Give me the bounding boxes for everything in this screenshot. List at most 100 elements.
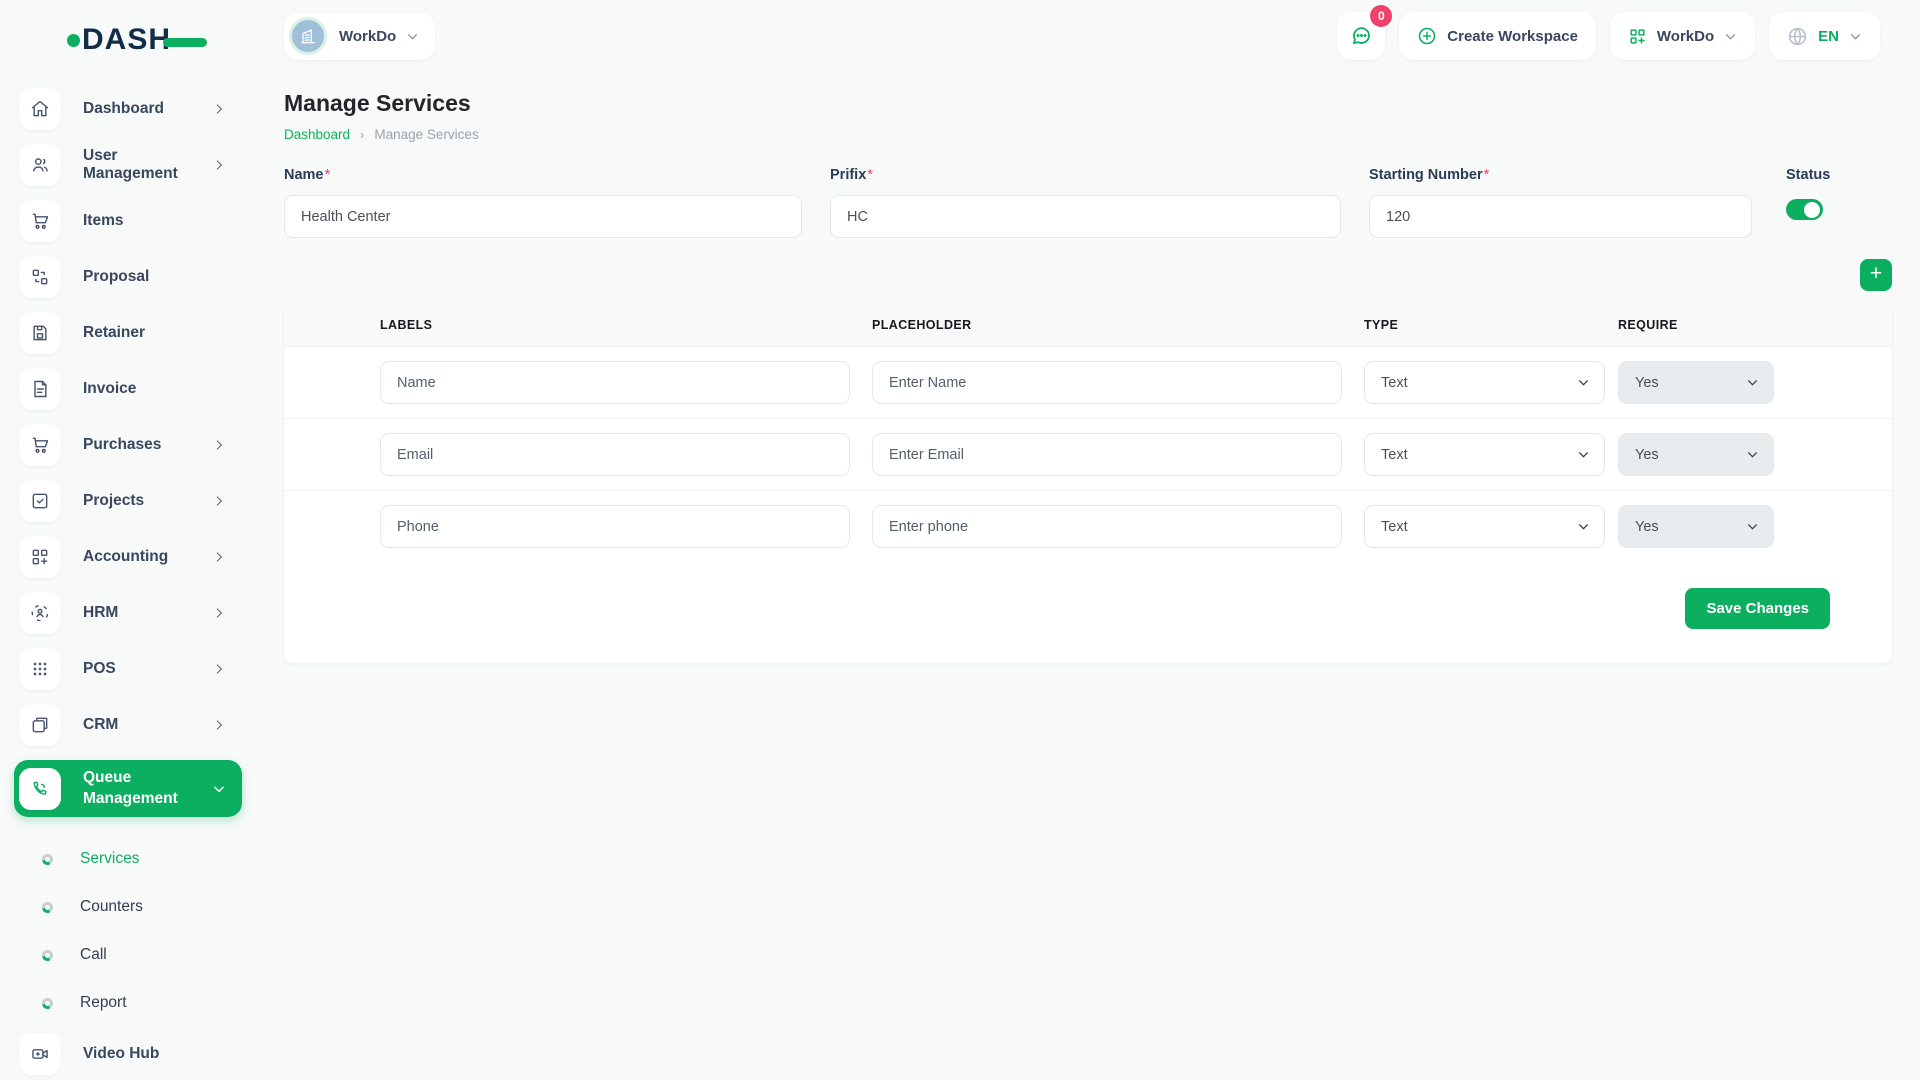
chevron-right-icon: › (360, 127, 364, 142)
starting-number-field[interactable] (1369, 195, 1752, 238)
type-select[interactable]: Text (1364, 433, 1605, 476)
type-select[interactable]: Text (1364, 361, 1605, 404)
topbar-right-cluster: 0 Create Workspace WorkDo EN (1337, 12, 1880, 60)
column-header-placeholder: PLACEHOLDER (872, 318, 1364, 332)
submenu-item-services[interactable]: Services (42, 835, 242, 883)
table-row: Text Yes (284, 418, 1892, 490)
app-root: DASH Dashboard User Management (0, 0, 1920, 1080)
home-icon (19, 88, 61, 130)
prefix-field[interactable] (830, 195, 1341, 238)
workspace-switcher-button[interactable]: WorkDo (1610, 12, 1755, 60)
chevron-down-icon (1724, 30, 1737, 43)
page-title: Manage Services (284, 90, 1892, 117)
sidebar-item-hrm[interactable]: HRM (14, 592, 242, 634)
chat-bubble-icon (1349, 24, 1373, 48)
messages-button[interactable]: 0 (1337, 12, 1385, 60)
prefix-field-group: Prifix* (830, 166, 1341, 238)
label-input[interactable] (380, 505, 850, 548)
grid-plus-icon (1628, 27, 1647, 46)
sidebar-item-purchases[interactable]: Purchases (14, 424, 242, 466)
ring-bullet-icon (42, 854, 53, 865)
chevron-down-icon (1577, 448, 1590, 461)
sidebar-nav: Dashboard User Management Items (0, 88, 256, 1075)
chevron-down-icon (1849, 30, 1862, 43)
chevron-right-icon (212, 494, 226, 508)
required-marker: * (1484, 166, 1490, 183)
sidebar-item-projects[interactable]: Projects (14, 480, 242, 522)
save-changes-button[interactable]: Save Changes (1685, 588, 1830, 629)
fields-table-card: LABELS PLACEHOLDER TYPE REQUIRE Text Yes (284, 303, 1892, 663)
type-select[interactable]: Text (1364, 505, 1605, 548)
language-selector[interactable]: EN (1769, 12, 1880, 60)
person-target-icon (19, 592, 61, 634)
toggle-knob (1804, 202, 1820, 218)
placeholder-input[interactable] (872, 505, 1342, 548)
chevron-down-icon (406, 30, 419, 43)
brand-logo[interactable]: DASH (0, 20, 256, 60)
sidebar-item-video-hub[interactable]: Video Hub (14, 1033, 242, 1075)
add-field-button[interactable]: + (1860, 259, 1892, 291)
submenu-item-report[interactable]: Report (42, 979, 242, 1027)
phone-icon (19, 768, 61, 810)
required-marker: * (325, 166, 331, 183)
queue-management-submenu: Services Counters Call Report (14, 833, 242, 1027)
chevron-down-icon (1577, 520, 1590, 533)
workspace-avatar (289, 17, 327, 55)
placeholder-input[interactable] (872, 433, 1342, 476)
main-area: WorkDo 0 Create Workspace Wor (256, 0, 1920, 1080)
name-field[interactable] (284, 195, 802, 238)
globe-icon (1787, 26, 1808, 47)
service-form: Name* Prifix* Starting Number* Status (284, 166, 1892, 238)
logo-text: DASH (82, 25, 171, 55)
add-row: + (284, 259, 1892, 291)
submenu-item-call[interactable]: Call (42, 931, 242, 979)
swap-boxes-icon (19, 256, 61, 298)
sidebar-item-retainer[interactable]: Retainer (14, 312, 242, 354)
require-select[interactable]: Yes (1618, 505, 1774, 548)
table-row: Text Yes (284, 490, 1892, 562)
chevron-right-icon (212, 158, 226, 172)
document-icon (19, 368, 61, 410)
table-header-row: LABELS PLACEHOLDER TYPE REQUIRE (284, 303, 1892, 346)
table-footer: Save Changes (284, 562, 1892, 663)
placeholder-input[interactable] (872, 361, 1342, 404)
name-field-group: Name* (284, 166, 802, 238)
sidebar-item-pos[interactable]: POS (14, 648, 242, 690)
required-marker: * (867, 166, 873, 183)
status-field-group: Status (1780, 166, 1892, 238)
chevron-right-icon (212, 102, 226, 116)
messages-badge: 0 (1370, 5, 1392, 27)
sidebar-item-queue-management[interactable]: Queue Management (14, 760, 242, 817)
create-workspace-button[interactable]: Create Workspace (1399, 12, 1596, 60)
chevron-right-icon (212, 606, 226, 620)
logo-dot-icon (67, 34, 80, 47)
check-square-icon (19, 480, 61, 522)
submenu-item-counters[interactable]: Counters (42, 883, 242, 931)
sidebar-item-proposal[interactable]: Proposal (14, 256, 242, 298)
sidebar-item-user-management[interactable]: User Management (14, 144, 242, 186)
chevron-right-icon (212, 718, 226, 732)
ring-bullet-icon (42, 998, 53, 1009)
label-input[interactable] (380, 433, 850, 476)
require-select[interactable]: Yes (1618, 361, 1774, 404)
chevron-down-icon (1746, 520, 1759, 533)
label-input[interactable] (380, 361, 850, 404)
starting-number-field-group: Starting Number* (1369, 166, 1752, 238)
chevron-down-icon (212, 782, 226, 796)
sidebar-item-dashboard[interactable]: Dashboard (14, 88, 242, 130)
status-toggle[interactable] (1786, 199, 1823, 220)
users-icon (19, 144, 61, 186)
content: Manage Services Dashboard › Manage Servi… (256, 72, 1920, 663)
sidebar-item-invoice[interactable]: Invoice (14, 368, 242, 410)
sidebar-item-items[interactable]: Items (14, 200, 242, 242)
workspace-selector[interactable]: WorkDo (284, 13, 435, 60)
require-select[interactable]: Yes (1618, 433, 1774, 476)
sidebar-item-crm[interactable]: CRM (14, 704, 242, 746)
dots-grid-icon (19, 648, 61, 690)
video-camera-icon (19, 1033, 61, 1075)
sidebar-item-accounting[interactable]: Accounting (14, 536, 242, 578)
chevron-down-icon (1746, 376, 1759, 389)
breadcrumb-dashboard-link[interactable]: Dashboard (284, 127, 350, 142)
chevron-right-icon (212, 550, 226, 564)
breadcrumb-current: Manage Services (374, 127, 478, 142)
